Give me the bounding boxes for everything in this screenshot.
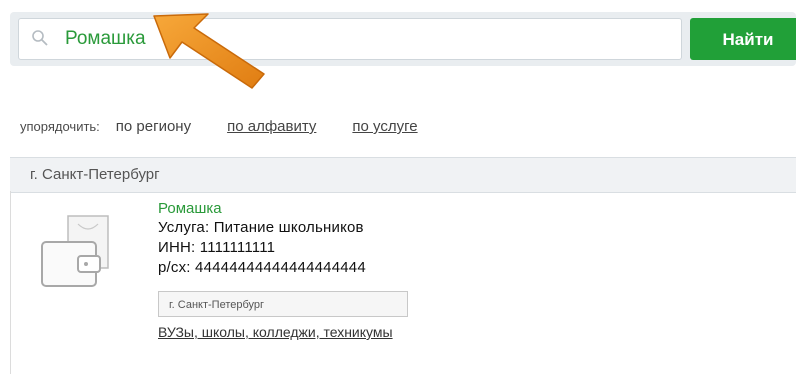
sort-row: упорядочить: по региону по алфавиту по у… [20, 118, 454, 135]
service-line: Услуга: Питание школьников [158, 219, 364, 236]
divider [10, 191, 11, 374]
sort-by-service[interactable]: по услуге [352, 118, 417, 135]
find-button[interactable]: Найти [690, 18, 796, 60]
region-tag: г. Санкт-Петербург [158, 291, 408, 317]
sort-by-alphabet[interactable]: по алфавиту [227, 118, 316, 135]
search-value: Ромашка [65, 28, 146, 49]
sort-label: упорядочить: [20, 119, 100, 134]
inn-line: ИНН: 1111111111 [158, 239, 276, 256]
organization-name[interactable]: Ромашка [158, 200, 222, 217]
region-header: г. Санкт-Петербург [10, 157, 796, 193]
category-link[interactable]: ВУЗы, школы, колледжи, техникумы [158, 322, 398, 342]
search-panel: Ромашка Найти [10, 12, 796, 66]
account-line: р/сх: 44444444444444444444 [158, 259, 366, 276]
search-input[interactable]: Ромашка [18, 18, 682, 60]
wallet-icon [41, 215, 109, 287]
search-icon [32, 30, 48, 46]
sort-by-region[interactable]: по региону [116, 118, 191, 135]
region-title: г. Санкт-Петербург [30, 166, 160, 183]
arrow-annotation-icon [153, 13, 265, 89]
